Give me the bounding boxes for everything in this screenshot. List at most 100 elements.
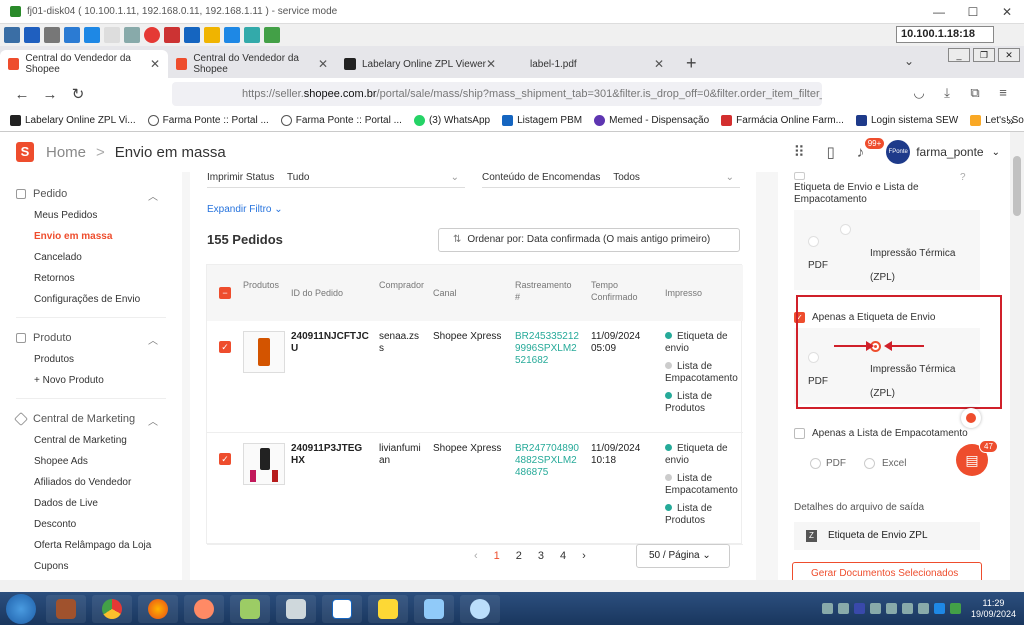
sidebar-item-retornos[interactable]: Retornos bbox=[34, 273, 75, 284]
tray-icon[interactable] bbox=[917, 603, 929, 614]
page-3[interactable]: 3 bbox=[538, 550, 544, 562]
minimize-button[interactable]: — bbox=[922, 0, 956, 24]
content-select[interactable]: Conteúdo de Encomendas Todos ⌄ bbox=[482, 172, 740, 188]
sidebar-item-central-marketing[interactable]: Central de Marketing bbox=[34, 435, 127, 446]
sidebar-item-shopee-ads[interactable]: Shopee Ads bbox=[34, 456, 88, 467]
close-tab-icon[interactable]: ✕ bbox=[150, 57, 160, 71]
radio-pdf-1[interactable] bbox=[808, 236, 819, 247]
row-checkbox[interactable]: ✓ bbox=[219, 453, 231, 465]
close-button[interactable]: ✕ bbox=[990, 0, 1024, 24]
sidebar-item-desconto[interactable]: Desconto bbox=[34, 519, 76, 530]
tab-shopee-2[interactable]: Central do Vendedor da Shopee ✕ bbox=[168, 50, 336, 78]
transfer-icon[interactable] bbox=[244, 27, 260, 43]
taskbar-vidalink[interactable] bbox=[322, 594, 362, 623]
sidebar-item-cupons[interactable]: Cupons bbox=[34, 561, 68, 572]
taskbar-explorer[interactable] bbox=[368, 594, 408, 623]
username[interactable]: farma_ponte bbox=[916, 145, 983, 159]
sidebar-item-config-envio[interactable]: Configurações de Envio bbox=[34, 294, 140, 305]
bookmark-pbm[interactable]: Listagem PBM bbox=[502, 115, 582, 126]
start-button[interactable] bbox=[6, 593, 36, 624]
info-icon[interactable] bbox=[124, 27, 140, 43]
collapse-icon[interactable]: ︿ bbox=[148, 332, 158, 347]
apps-grid-icon[interactable]: ⠿ bbox=[793, 143, 804, 161]
row-checkbox[interactable]: ✓ bbox=[219, 341, 231, 353]
select-all-checkbox[interactable]: − bbox=[219, 287, 231, 299]
shopee-logo-icon[interactable]: S bbox=[16, 142, 34, 162]
bookmark-sew[interactable]: Login sistema SEW bbox=[855, 115, 958, 126]
forward-arrow-icon[interactable]: → bbox=[36, 86, 64, 103]
new-tab-button[interactable]: + bbox=[686, 50, 697, 78]
sidebar-section-marketing[interactable]: Central de Marketing bbox=[13, 411, 135, 427]
prev-page-icon[interactable]: ‹ bbox=[474, 550, 478, 562]
download-icon[interactable]: ⤓ bbox=[936, 85, 958, 101]
tray-icon[interactable] bbox=[933, 603, 945, 614]
tab-list-chevron-icon[interactable]: ⌄ bbox=[904, 54, 914, 68]
remote-min-button[interactable]: _ bbox=[948, 48, 970, 62]
sidebar-item-novo-produto[interactable]: + Novo Produto bbox=[34, 375, 104, 386]
pocket-icon[interactable]: ◡ bbox=[908, 85, 930, 101]
close-tab-icon[interactable]: ✕ bbox=[654, 57, 664, 71]
keyboard-icon[interactable] bbox=[104, 27, 120, 43]
remote-restore-button[interactable]: ❐ bbox=[973, 48, 995, 62]
tray-icon[interactable] bbox=[853, 603, 865, 614]
order-id[interactable]: 240911P3JTEGHX bbox=[291, 443, 369, 467]
bookmark-farma-ponte-1[interactable]: Farma Ponte :: Portal ... bbox=[147, 115, 269, 126]
tab-pdf[interactable]: label-1.pdf ✕ bbox=[504, 50, 672, 78]
taskbar-briefcase[interactable] bbox=[46, 594, 86, 623]
page-4[interactable]: 4 bbox=[560, 550, 566, 562]
menu-icon[interactable]: ≡ bbox=[992, 85, 1014, 101]
chevron-down-icon[interactable]: ⌄ bbox=[992, 147, 1000, 158]
bookmark-lets-sorocaba[interactable]: Let's! Sorocaba - Cons... bbox=[970, 115, 1024, 126]
disconnect-icon[interactable] bbox=[164, 27, 180, 43]
windows-icon[interactable] bbox=[84, 27, 100, 43]
tray-icon[interactable] bbox=[869, 603, 881, 614]
tracking-number[interactable]: BR2477048904882SPXLM2486875 bbox=[515, 443, 579, 479]
tray-icon[interactable] bbox=[821, 603, 833, 614]
monitor-icon[interactable] bbox=[184, 27, 200, 43]
bell-icon[interactable]: ♪ 99+ bbox=[857, 137, 885, 161]
back-arrow-icon[interactable]: ← bbox=[8, 86, 36, 103]
fullscreen-icon[interactable] bbox=[24, 27, 40, 43]
taskbar-tools[interactable] bbox=[230, 594, 270, 623]
sidebar-section-produto[interactable]: Produto bbox=[16, 332, 72, 344]
more-bookmarks-icon[interactable]: » bbox=[1007, 114, 1014, 128]
tray-icon[interactable] bbox=[885, 603, 897, 614]
horizontal-scrollbar[interactable] bbox=[0, 580, 1024, 592]
sidebar-item-afiliados[interactable]: Afiliados do Vendedor bbox=[34, 477, 131, 488]
sidebar-item-envio-em-massa[interactable]: Envio em massa bbox=[34, 231, 112, 242]
remote-close-button[interactable]: ✕ bbox=[998, 48, 1020, 62]
record-icon[interactable] bbox=[961, 408, 981, 428]
tray-icon[interactable] bbox=[837, 603, 849, 614]
sort-button[interactable]: ⇅ Ordenar por: Data confirmada (O mais an… bbox=[438, 228, 740, 252]
table-row[interactable]: ✓ 240911P3JTEGHX livianfumian Shopee Xpr… bbox=[207, 433, 743, 545]
maximize-button[interactable]: ☐ bbox=[956, 0, 990, 24]
bookmark-farmacia-online[interactable]: Farmácia Online Farm... bbox=[721, 115, 844, 126]
bookmark-labelary[interactable]: Labelary Online ZPL Vi... bbox=[10, 115, 136, 126]
close-tab-icon[interactable]: ✕ bbox=[486, 57, 496, 71]
sidebar-item-dados-live[interactable]: Dados de Live bbox=[34, 498, 98, 509]
breadcrumb-home[interactable]: Home bbox=[46, 144, 86, 161]
book-icon[interactable]: ▯ bbox=[826, 143, 834, 161]
taskbar-paint[interactable] bbox=[460, 594, 500, 623]
only-pack-checkbox[interactable] bbox=[794, 428, 805, 439]
tracking-number[interactable]: BR2453352129996SPXLM2521682 bbox=[515, 331, 579, 367]
extensions-icon[interactable]: ⧉ bbox=[964, 85, 986, 101]
page-scrollbar[interactable] bbox=[1010, 132, 1024, 592]
bookmark-whatsapp[interactable]: (3) WhatsApp bbox=[413, 115, 490, 126]
tab-shopee-1[interactable]: Central do Vendedor da Shopee ✕ bbox=[0, 50, 168, 78]
clock[interactable]: 11:29 19/09/2024 bbox=[971, 598, 1016, 620]
page-2[interactable]: 2 bbox=[516, 550, 522, 562]
per-page-select[interactable]: 50 / Página ⌄ bbox=[636, 544, 730, 568]
flag-icon[interactable] bbox=[949, 603, 961, 614]
collapse-icon[interactable]: ︿ bbox=[148, 188, 158, 203]
radio-zpl-1[interactable] bbox=[840, 224, 851, 235]
scrollbar-thumb[interactable] bbox=[1013, 156, 1021, 216]
close-tab-icon[interactable]: ✕ bbox=[318, 57, 328, 71]
settings-icon[interactable] bbox=[4, 27, 20, 43]
folder-icon[interactable] bbox=[204, 27, 220, 43]
tab-labelary[interactable]: Labelary Online ZPL Viewer ✕ bbox=[336, 50, 504, 78]
avatar[interactable]: FPonte bbox=[886, 140, 911, 164]
order-id[interactable]: 240911NJCFTJCU bbox=[291, 331, 369, 355]
ip-field[interactable]: 10.100.1.18:18 bbox=[896, 26, 994, 43]
expand-filter-link[interactable]: Expandir Filtro ⌄ bbox=[207, 204, 283, 215]
